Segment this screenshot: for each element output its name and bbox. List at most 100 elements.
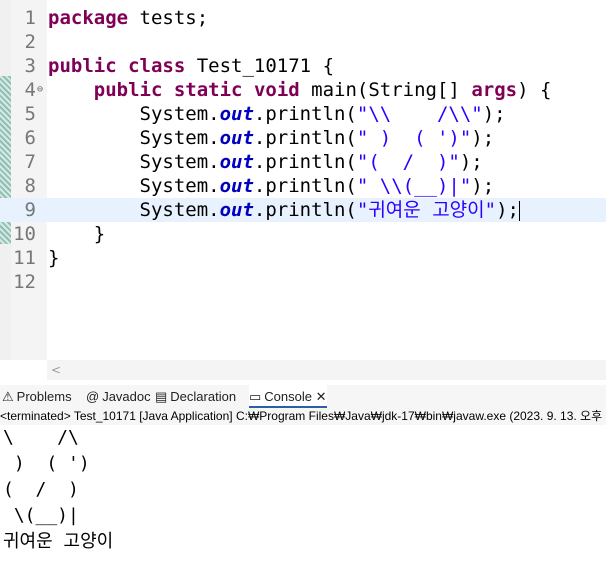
line-number: 6: [24, 127, 36, 149]
console-icon: ▭: [249, 389, 262, 404]
code-editor[interactable]: 1 package tests; 2 3 public class Test_10171…: [0, 0, 606, 380]
code-token: .println(: [253, 103, 357, 125]
console-output-line: ) ( '): [3, 453, 90, 474]
code-line[interactable]: 5 System.out.println("\\ /\\");: [0, 102, 606, 126]
code-line[interactable]: 12: [0, 270, 606, 294]
code-text: }: [48, 246, 59, 270]
close-icon[interactable]: ✕: [312, 389, 327, 404]
code-line[interactable]: 2: [0, 30, 606, 54]
line-number: 10: [13, 223, 36, 245]
code-token: package: [48, 7, 129, 29]
code-line[interactable]: 1 package tests;: [0, 6, 606, 30]
code-token: .println(: [253, 151, 357, 173]
code-token: );: [471, 127, 495, 149]
code-line[interactable]: 11}: [0, 246, 606, 270]
code-token: }: [48, 247, 60, 269]
line-number: 9: [24, 199, 36, 221]
code-token: class: [128, 55, 186, 77]
code-text: System.out.println("( / )");: [48, 150, 483, 174]
horizontal-scrollbar[interactable]: <: [47, 360, 606, 380]
console-tab[interactable]: ▭ Console ✕: [249, 385, 327, 408]
bottom-panel-tabs: ⚠ Problems @ Javadoc ▤ Declaration ▭ Console ✕: [0, 385, 606, 408]
line-number: 4: [24, 79, 36, 101]
code-token: );: [482, 103, 506, 125]
code-token: System.: [48, 151, 220, 173]
problems-tab[interactable]: ⚠ Problems: [2, 385, 72, 408]
code-token: System.: [48, 103, 220, 125]
code-token: System.: [48, 199, 220, 221]
javadoc-tab[interactable]: @ Javadoc: [86, 385, 151, 408]
code-text: public static void main(String[] args) {: [48, 78, 552, 102]
code-token: );: [496, 199, 519, 221]
code-token: System.: [48, 127, 220, 149]
console-output-line: \ /\: [3, 427, 79, 448]
code-token: System.: [48, 175, 220, 197]
code-token: tests;: [128, 7, 209, 29]
code-token: public: [48, 55, 117, 77]
code-token: main(String[]: [299, 79, 472, 101]
code-token: ) {: [517, 79, 552, 101]
line-number: 3: [24, 55, 36, 77]
scroll-left-icon[interactable]: <: [51, 360, 61, 380]
code-text: System.out.println("귀여운 고양이");: [48, 198, 520, 222]
tab-label: Console: [264, 389, 312, 404]
problems-icon: ⚠: [2, 389, 14, 404]
code-token: }: [48, 223, 106, 245]
code-token: out: [219, 175, 254, 197]
code-text: System.out.println(" ) ( ')");: [48, 126, 495, 150]
code-token: " ) ( ')": [356, 127, 472, 149]
fold-collapse-icon[interactable]: ⊖: [37, 78, 43, 102]
line-number: 2: [24, 31, 36, 53]
code-line[interactable]: 6 System.out.println(" ) ( ')");: [0, 126, 606, 150]
tab-label: Javadoc: [102, 389, 151, 404]
console-output[interactable]: \ /\ ) ( ') ( / ) \(__)| 귀여운 고양이: [0, 426, 606, 563]
code-token: "\\ /\\": [356, 103, 483, 125]
tab-label: Declaration: [170, 389, 237, 404]
code-token: public: [93, 79, 163, 101]
code-line[interactable]: 7 System.out.println("( / )");: [0, 150, 606, 174]
code-token: .println(: [253, 199, 357, 221]
text-caret: [518, 200, 520, 221]
line-number: 11: [13, 247, 36, 269]
code-token: " \\(__)|": [356, 175, 472, 197]
code-line[interactable]: 8 System.out.println(" \\(__)|");: [0, 174, 606, 198]
code-text: }: [48, 222, 105, 246]
line-number: 1: [24, 7, 36, 29]
line-number: 5: [24, 103, 36, 125]
declaration-tab[interactable]: ▤ Declaration: [155, 385, 236, 408]
code-token: .println(: [253, 175, 357, 197]
code-token: out: [219, 103, 254, 125]
code-line[interactable]: 9 System.out.println("귀여운 고양이");: [0, 198, 606, 222]
code-token: "( / )": [356, 151, 460, 173]
line-number: 8: [24, 175, 36, 197]
code-token: Test_10171 {: [185, 55, 335, 77]
console-output-line: \(__)|: [3, 505, 79, 526]
tab-label: Problems: [16, 389, 72, 404]
console-output-line: ( / ): [3, 479, 79, 500]
code-line[interactable]: 3 public class Test_10171 {: [0, 54, 606, 78]
console-status: <terminated> Test_10171 [Java Applicatio…: [0, 408, 606, 425]
code-token: void: [253, 79, 300, 101]
console-output-line: 귀여운 고양이: [3, 531, 114, 552]
code-token: args: [471, 79, 518, 101]
code-token: out: [219, 199, 254, 221]
code-token: out: [219, 127, 254, 149]
code-line[interactable]: 10 }: [0, 222, 606, 246]
code-token: );: [471, 175, 495, 197]
code-token: out: [219, 151, 254, 173]
code-token: static: [173, 79, 243, 101]
line-number: 7: [24, 151, 36, 173]
declaration-icon: ▤: [155, 389, 168, 404]
code-token: "귀여운 고양이": [356, 199, 497, 221]
code-line[interactable]: 4 ⊖ public static void main(String[] args…: [0, 78, 606, 102]
javadoc-icon: @: [86, 389, 100, 404]
code-text: System.out.println("\\ /\\");: [48, 102, 506, 126]
code-text: public class Test_10171 {: [48, 54, 334, 78]
code-token: );: [459, 151, 483, 173]
code-text: package tests;: [48, 6, 208, 30]
line-number: 12: [13, 271, 36, 293]
